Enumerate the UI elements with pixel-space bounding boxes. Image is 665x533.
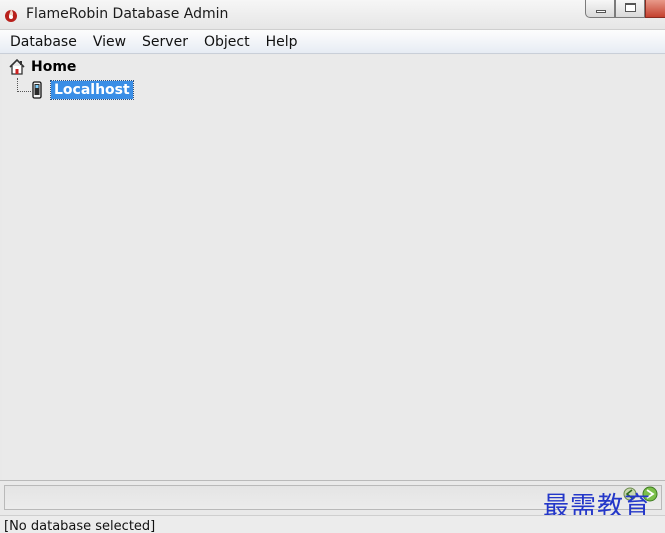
server-icon xyxy=(32,81,42,99)
menu-bar: Database View Server Object Help xyxy=(0,30,665,54)
window-title: FlameRobin Database Admin xyxy=(26,6,229,22)
flamerobin-icon xyxy=(5,9,17,22)
menu-server[interactable]: Server xyxy=(134,30,196,54)
tree-node-label: Localhost xyxy=(50,80,134,100)
database-tree[interactable]: Home Localhost xyxy=(2,55,665,480)
tree-node-localhost[interactable]: Localhost xyxy=(32,80,134,100)
menu-help[interactable]: Help xyxy=(258,30,306,54)
close-button[interactable] xyxy=(645,0,665,18)
minimize-button[interactable] xyxy=(585,0,615,18)
maximize-icon xyxy=(625,3,636,12)
minimize-icon xyxy=(596,10,606,13)
menu-database[interactable]: Database xyxy=(0,30,85,54)
title-bar[interactable]: FlameRobin Database Admin xyxy=(0,0,665,30)
tree-node-label: Home xyxy=(31,59,77,75)
tree-node-home[interactable]: Home xyxy=(9,59,76,75)
maximize-button[interactable] xyxy=(615,0,645,18)
tree-connector xyxy=(17,78,31,92)
menu-object[interactable]: Object xyxy=(196,30,258,54)
status-text: [No database selected] xyxy=(4,519,156,533)
menu-view[interactable]: View xyxy=(85,30,134,54)
home-icon xyxy=(9,59,25,75)
status-bar: [No database selected] xyxy=(0,515,665,533)
